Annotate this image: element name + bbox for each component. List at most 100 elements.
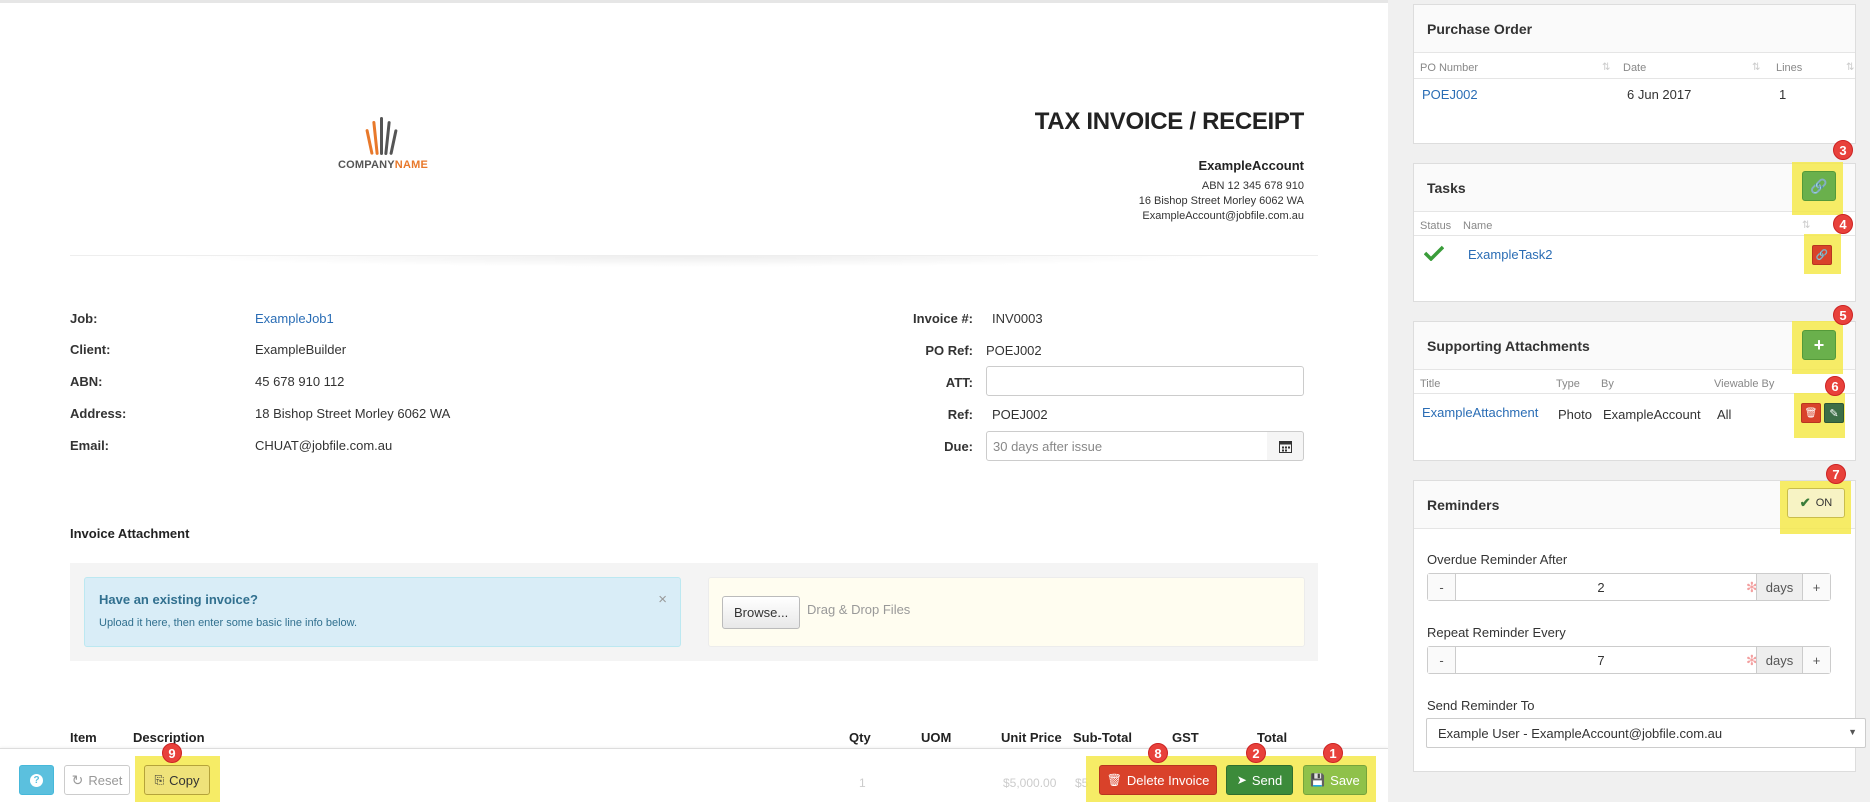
account-email: ExampleAccount@jobfile.com.au — [1142, 210, 1304, 222]
line-unit-price: $5,000.00 — [1003, 776, 1057, 790]
repeat-value[interactable]: 7 — [1456, 653, 1746, 668]
add-attachment-button[interactable]: + — [1802, 330, 1836, 360]
copy-button[interactable]: ⎘ Copy — [144, 765, 210, 795]
account-address: 16 Bishop Street Morley 6062 WA — [1138, 195, 1304, 207]
purchase-order-title: Purchase Order — [1414, 5, 1855, 53]
badge-7: 7 — [1826, 464, 1846, 484]
badge-4: 4 — [1833, 214, 1853, 234]
save-icon: 💾 — [1310, 773, 1326, 787]
alert-title: Have an existing invoice? — [99, 592, 258, 607]
po-number-link[interactable]: POEJ002 — [1422, 87, 1478, 102]
att-input[interactable] — [986, 366, 1304, 396]
due-input[interactable]: 30 days after issue — [986, 431, 1268, 461]
col-date[interactable]: Date — [1623, 62, 1646, 74]
due-label: Due: — [944, 439, 973, 454]
supporting-attachments-title: Supporting Attachments — [1414, 322, 1855, 370]
job-link[interactable]: ExampleJob1 — [255, 311, 334, 326]
address-label: Address: — [70, 406, 127, 421]
sort-icon[interactable]: ⇅ — [1846, 62, 1854, 73]
att-label: ATT: — [945, 375, 973, 390]
reminders-toggle-button[interactable]: ✔ ON — [1787, 488, 1845, 518]
header-divider — [70, 255, 1318, 269]
edit-attachment-button[interactable]: ✎ — [1824, 403, 1844, 423]
check-icon — [1424, 245, 1444, 261]
repeat-reminder-label: Repeat Reminder Every — [1427, 625, 1566, 640]
line-qty: 1 — [859, 776, 866, 790]
drop-text: Drag & Drop Files — [807, 602, 911, 617]
col-status[interactable]: Status — [1420, 220, 1451, 232]
badge-2: 2 — [1246, 743, 1266, 763]
overdue-value[interactable]: 2 — [1456, 580, 1746, 595]
copy-icon: ⎘ — [154, 772, 165, 787]
overdue-reminder-stepper[interactable]: - 2 ✻ days + — [1427, 573, 1831, 601]
col-by[interactable]: By — [1601, 378, 1614, 390]
overdue-decrement-button[interactable]: - — [1428, 574, 1456, 600]
col-gst: GST — [1172, 730, 1199, 745]
save-label: Save — [1330, 772, 1360, 788]
action-bar: 1 $5,000.00 $5 ? ↻ Reset ⎘ Copy 9 🗑 Delete … — [0, 743, 1388, 802]
sort-icon[interactable]: ⇅ — [1802, 220, 1810, 231]
unlink-task-button[interactable]: 🔗 — [1812, 245, 1832, 265]
purchase-order-panel: Purchase Order PO Number ⇅ Date ⇅ Lines … — [1413, 4, 1856, 144]
col-qty: Qty — [849, 730, 871, 745]
badge-5: 5 — [1833, 305, 1853, 325]
send-icon: ➤ — [1236, 773, 1247, 787]
repeat-decrement-button[interactable]: - — [1428, 647, 1456, 673]
po-header-rule — [1414, 78, 1855, 79]
badge-8: 8 — [1148, 743, 1168, 763]
col-type[interactable]: Type — [1556, 378, 1580, 390]
delete-invoice-button[interactable]: 🗑 Delete Invoice — [1099, 765, 1217, 795]
client-value: ExampleBuilder — [255, 342, 347, 357]
attachment-type: Photo — [1558, 407, 1592, 422]
po-lines: 1 — [1779, 87, 1787, 102]
alert-close-icon[interactable]: × — [658, 591, 667, 608]
send-button[interactable]: ➤ Send — [1226, 765, 1293, 795]
save-button[interactable]: 💾 Save — [1303, 765, 1367, 795]
trash-icon: 🗑 — [1106, 773, 1122, 787]
invoice-attachment-area: Have an existing invoice? Upload it here… — [70, 563, 1318, 661]
reset-label: Reset — [88, 772, 123, 788]
reset-button[interactable]: ↻ Reset — [64, 765, 130, 795]
attachment-link[interactable]: ExampleAttachment — [1422, 405, 1538, 420]
task-link[interactable]: ExampleTask2 — [1468, 247, 1553, 262]
po-ref-label: PO Ref: — [925, 343, 973, 358]
company-name: COMPANYNAME — [337, 159, 429, 171]
check-icon: ✔ — [1799, 495, 1811, 510]
tasks-panel: Tasks Status Name ⇅ ExampleTask2 — [1413, 163, 1856, 302]
address-value: 18 Bishop Street Morley 6062 WA — [255, 406, 451, 421]
col-po-number[interactable]: PO Number — [1420, 62, 1478, 74]
repeat-increment-button[interactable]: + — [1802, 647, 1830, 673]
copy-label: Copy — [169, 772, 200, 788]
col-unit-price: Unit Price — [1001, 730, 1062, 745]
col-title[interactable]: Title — [1420, 378, 1440, 390]
col-viewable-by[interactable]: Viewable By — [1714, 378, 1774, 390]
unlink-icon: 🔗 — [1815, 249, 1829, 261]
col-sub-total: Sub-Total — [1073, 730, 1132, 745]
col-uom: UOM — [921, 730, 952, 745]
company-logo: COMPANYNAME — [337, 115, 429, 171]
alert-text: Upload it here, then enter some basic li… — [99, 617, 358, 629]
invoice-header: TAX INVOICE / RECEIPT ExampleAccount ABN… — [1034, 108, 1305, 222]
sort-icon[interactable]: ⇅ — [1752, 62, 1760, 73]
invoice-number-label: Invoice #: — [913, 311, 973, 326]
abn-label: ABN: — [70, 374, 103, 389]
send-reminder-to-value: Example User - ExampleAccount@jobfile.co… — [1438, 726, 1723, 741]
tasks-header-rule — [1414, 235, 1855, 236]
delete-label: Delete Invoice — [1126, 772, 1210, 788]
send-reminder-to-select[interactable]: Example User - ExampleAccount@jobfile.co… — [1426, 718, 1866, 748]
sort-icon[interactable]: ⇅ — [1602, 62, 1610, 73]
delete-attachment-button[interactable]: 🗑 — [1801, 403, 1821, 423]
col-name[interactable]: Name — [1463, 220, 1492, 232]
help-button[interactable]: ? — [19, 765, 54, 795]
plus-icon: + — [1813, 334, 1825, 355]
ref-value: POEJ002 — [992, 407, 1048, 422]
file-dropzone[interactable]: Browse... Drag & Drop Files — [708, 577, 1305, 647]
repeat-reminder-stepper[interactable]: - 7 ✻ days + — [1427, 646, 1831, 674]
link-task-button[interactable]: 🔗 — [1802, 171, 1836, 201]
overdue-increment-button[interactable]: + — [1802, 574, 1830, 600]
due-calendar-button[interactable] — [1267, 431, 1304, 461]
col-lines[interactable]: Lines — [1776, 62, 1802, 74]
invoice-title: TAX INVOICE / RECEIPT — [1034, 108, 1305, 135]
browse-button[interactable]: Browse... — [722, 596, 801, 629]
email-value: CHUAT@jobfile.com.au — [255, 438, 393, 453]
